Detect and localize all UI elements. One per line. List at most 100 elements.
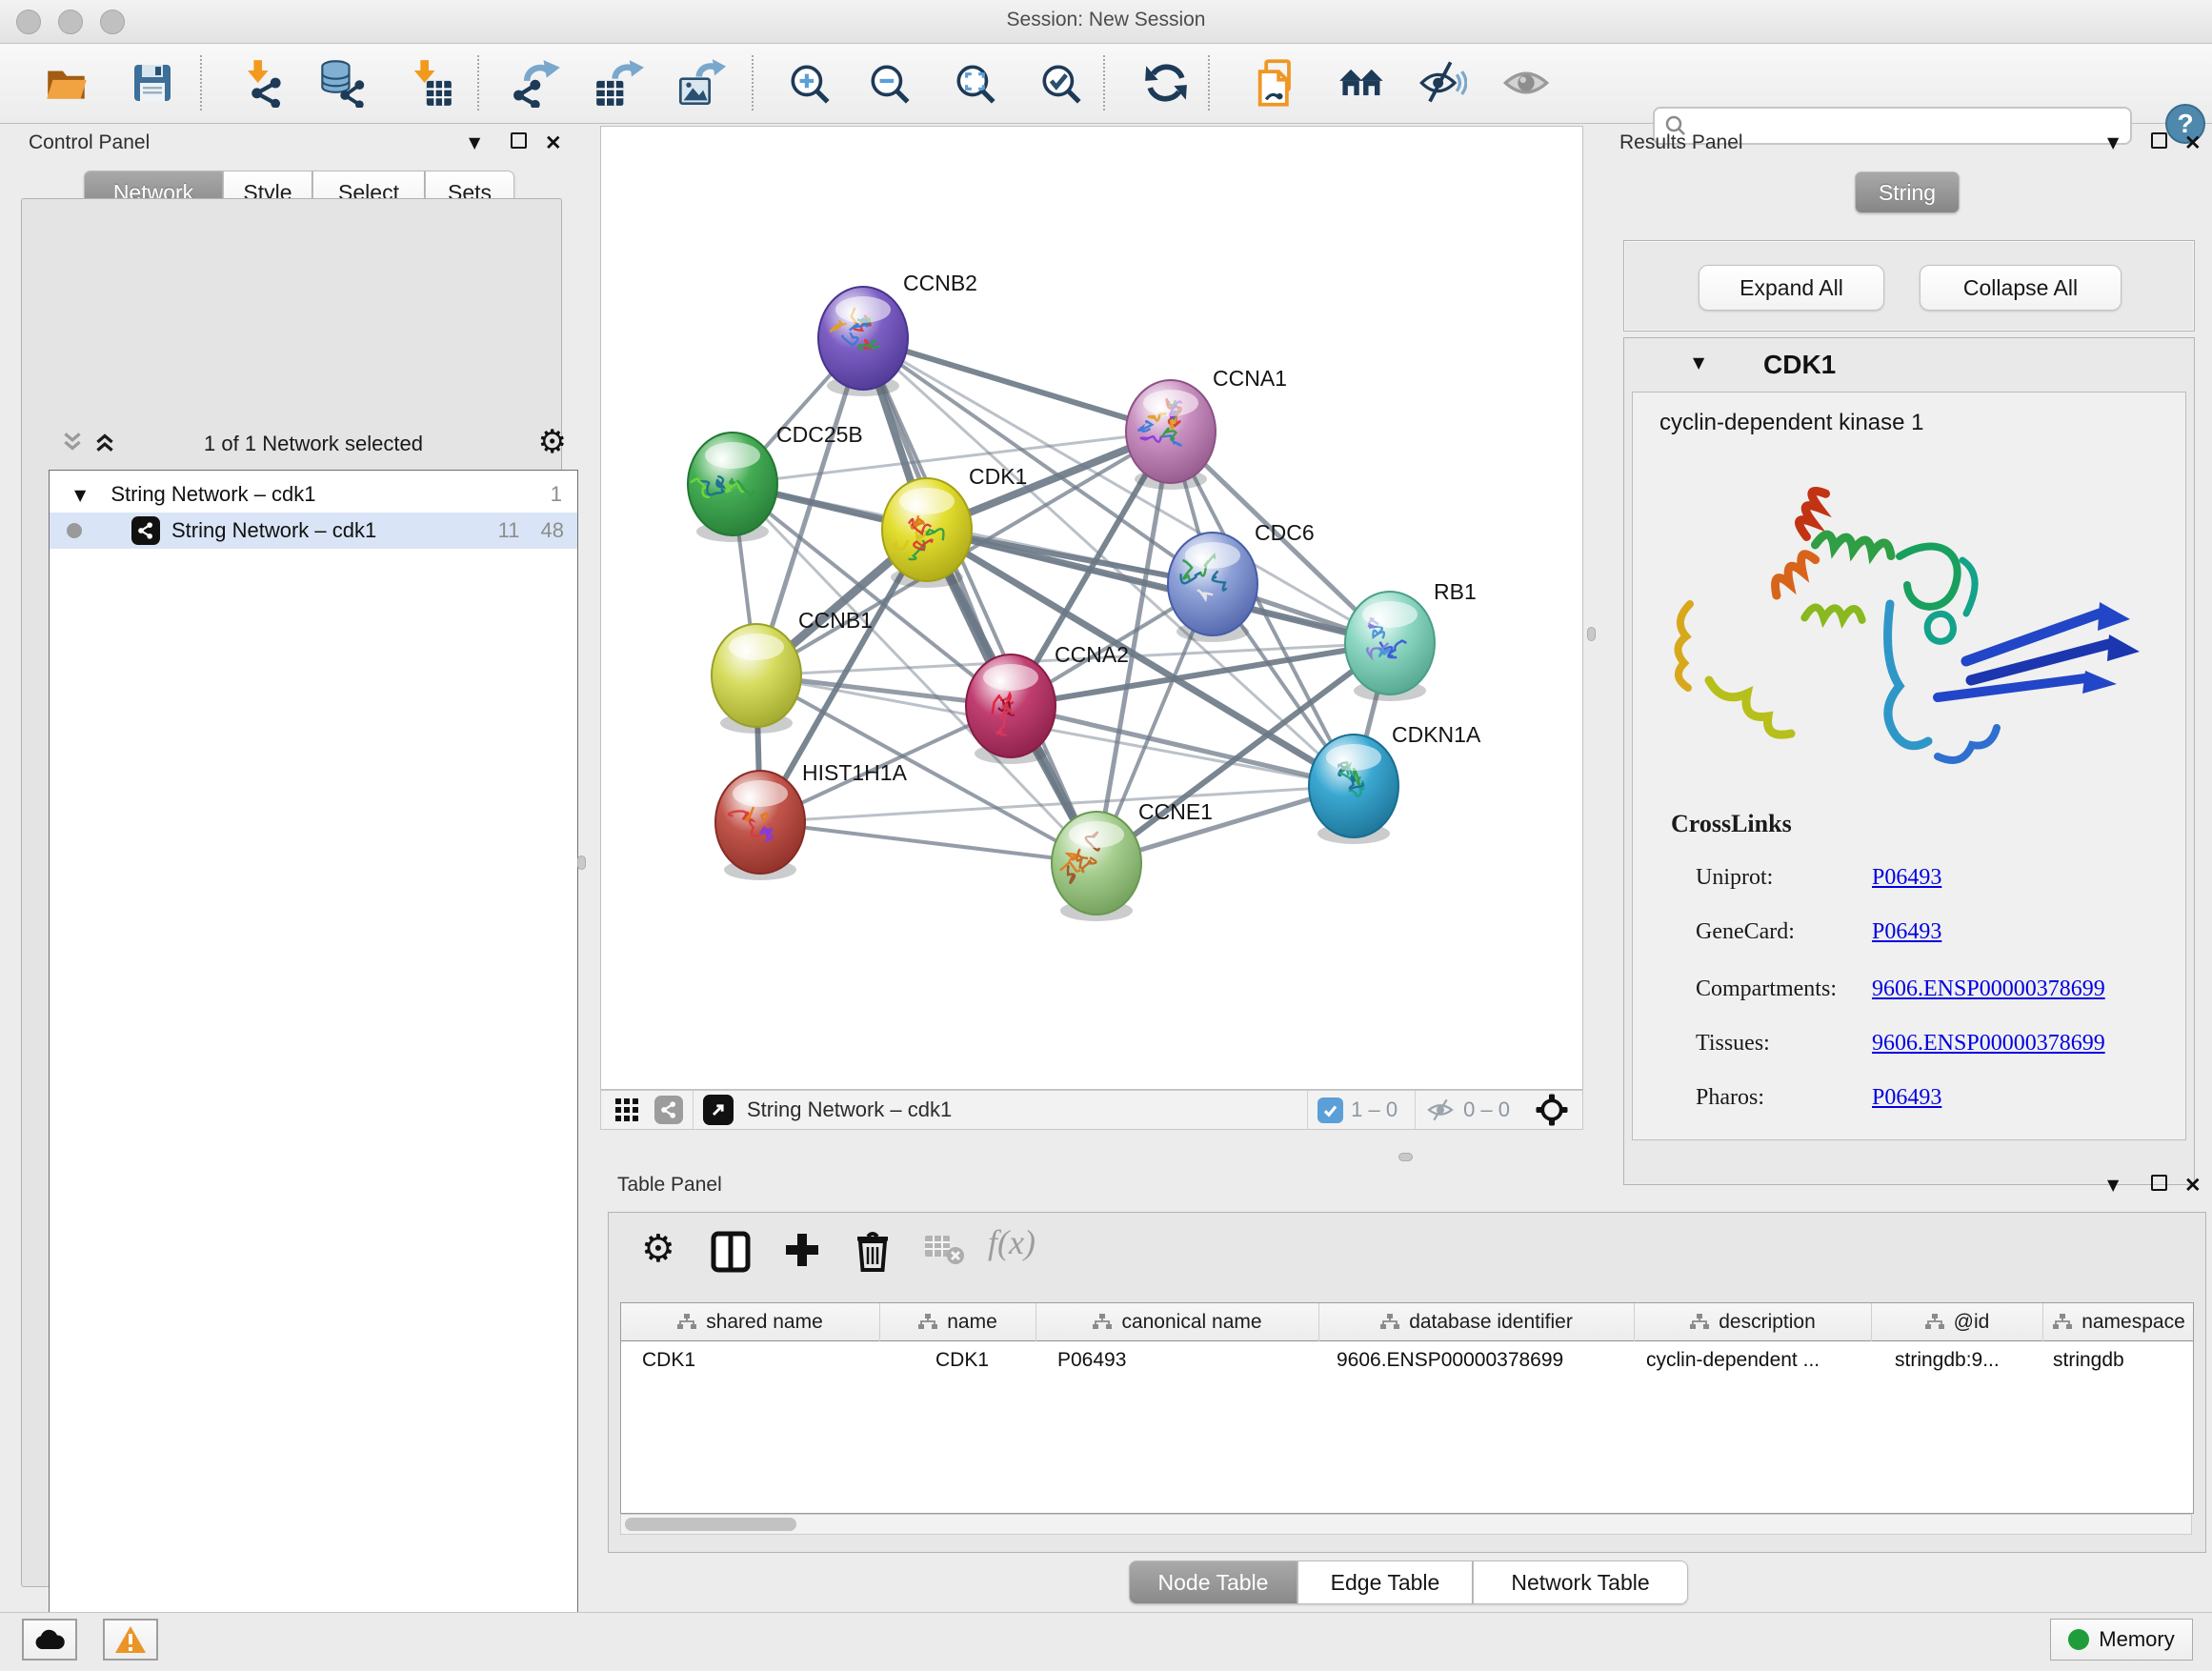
import-network-database-button[interactable]: [316, 56, 370, 110]
string-results-buttons: Expand All Collapse All: [1623, 240, 2195, 332]
collapse-all-button[interactable]: Collapse All: [1920, 265, 2122, 311]
tab-network-table[interactable]: Network Table: [1473, 1560, 1688, 1604]
network-edge[interactable]: [760, 822, 1096, 863]
network-tree: ▼ String Network – cdk1 1 String Network…: [49, 470, 578, 1671]
network-node-cdk1[interactable]: CDK1: [882, 464, 1027, 588]
export-image-button[interactable]: [674, 56, 728, 110]
compartments-link[interactable]: 9606.ENSP00000378699: [1872, 976, 2105, 1002]
expand-all-button[interactable]: Expand All: [1699, 265, 1884, 311]
network-row-selected[interactable]: String Network – cdk1 11 48: [50, 513, 577, 549]
import-table-file-button[interactable]: [402, 56, 455, 110]
results-panel-menu-icon[interactable]: ▼: [2107, 133, 2119, 151]
results-panel-close-icon[interactable]: ✕: [2184, 131, 2202, 155]
network-canvas[interactable]: CCNB2CCNA1CDC25BCDK1CDC6RB1CCNB1CCNA2CDK…: [600, 126, 1583, 1090]
network-node-ccna1[interactable]: CCNA1: [1126, 366, 1287, 490]
tab-string[interactable]: String: [1855, 171, 1960, 213]
section-collapse-icon[interactable]: ▼: [1693, 353, 1704, 372]
warnings-button[interactable]: [103, 1619, 158, 1661]
network-collection-row[interactable]: ▼ String Network – cdk1 1: [50, 476, 577, 513]
save-session-button[interactable]: [126, 56, 179, 110]
right-splitter-handle[interactable]: [1587, 627, 1596, 641]
network-node-ccnb2[interactable]: CCNB2: [818, 271, 977, 396]
network-node-cdkn1a[interactable]: CDKN1A: [1309, 722, 1481, 844]
results-panel-float-icon[interactable]: [2151, 132, 2167, 149]
search-input[interactable]: [1687, 115, 2106, 137]
column-header-canonical-name[interactable]: canonical name: [1036, 1303, 1319, 1341]
pharos-link[interactable]: P06493: [1872, 1085, 1941, 1111]
horizontal-scrollbar[interactable]: [620, 1514, 2192, 1535]
table-panel-menu-icon[interactable]: ▼: [2107, 1176, 2119, 1194]
network-edge[interactable]: [863, 338, 1171, 432]
tree-expand-icon[interactable]: ▼: [74, 486, 86, 504]
network-panel: 1 of 1 Network selected ⚙ ▼ String Netwo…: [21, 198, 562, 1587]
table-panel-float-icon[interactable]: [2151, 1175, 2167, 1191]
memory-button[interactable]: Memory: [2050, 1619, 2193, 1661]
collection-label: String Network – cdk1: [111, 482, 315, 507]
column-header-description[interactable]: description: [1635, 1303, 1872, 1341]
column-header-namespace[interactable]: namespace: [2043, 1303, 2195, 1341]
string-badge-gray-icon[interactable]: [654, 1096, 683, 1124]
zoom-out-button[interactable]: [863, 56, 916, 110]
fit-content-button[interactable]: [949, 56, 1002, 110]
column-header-shared-name[interactable]: shared name: [621, 1303, 880, 1341]
zoom-in-button[interactable]: [783, 56, 836, 110]
network-graph[interactable]: CCNB2CCNA1CDC25BCDK1CDC6RB1CCNB1CCNA2CDK…: [601, 127, 1582, 1089]
network-node-ccne1[interactable]: CCNE1: [1052, 799, 1213, 921]
clone-network-button[interactable]: [1250, 56, 1303, 110]
export-network-button[interactable]: [511, 56, 564, 110]
hidden-eye-icon[interactable]: [1425, 1095, 1456, 1125]
copy-documents-icon: [1252, 58, 1301, 108]
horizontal-splitter-handle[interactable]: [1398, 1153, 1413, 1161]
show-graphics-details-button[interactable]: [1499, 56, 1553, 110]
column-header-name[interactable]: name: [880, 1303, 1036, 1341]
network-node-cdc6[interactable]: CDC6: [1168, 520, 1315, 642]
tab-node-table[interactable]: Node Table: [1129, 1560, 1297, 1604]
column-type-icon: [1380, 1314, 1399, 1331]
network-node-cdc25b[interactable]: CDC25B: [688, 422, 863, 542]
delete-column-icon[interactable]: [853, 1230, 893, 1274]
tissues-link[interactable]: 9606.ENSP00000378699: [1872, 1031, 2105, 1057]
column-header-id[interactable]: @id: [1872, 1303, 2043, 1341]
control-panel-menu-icon[interactable]: ▼: [469, 133, 480, 151]
cloud-button[interactable]: [22, 1619, 77, 1661]
network-node-rb1[interactable]: RB1: [1345, 579, 1477, 701]
show-columns-icon[interactable]: [710, 1230, 752, 1274]
current-network-name: String Network – cdk1: [747, 1097, 952, 1122]
open-file-button[interactable]: [40, 56, 93, 110]
left-splitter-handle[interactable]: [577, 856, 586, 870]
save-floppy-icon: [130, 60, 175, 106]
birds-eye-view-icon[interactable]: [1535, 1093, 1569, 1127]
hide-selected-button[interactable]: [1416, 56, 1469, 110]
table-row[interactable]: CDK1 CDK1 P06493 9606.ENSP00000378699 cy…: [621, 1341, 2193, 1381]
crosslinks-heading: CrossLinks: [1671, 810, 1792, 838]
genecard-link[interactable]: P06493: [1872, 919, 1941, 945]
network-edge[interactable]: [1011, 706, 1354, 786]
separator: [1415, 1091, 1416, 1129]
export-table-button[interactable]: [593, 56, 646, 110]
refresh-button[interactable]: [1139, 56, 1193, 110]
database-network-icon: [318, 58, 368, 108]
network-options-gear-icon[interactable]: ⚙: [538, 426, 567, 458]
uniprot-link[interactable]: P06493: [1872, 865, 1941, 891]
show-all-button[interactable]: [1336, 56, 1389, 110]
column-header-database-identifier[interactable]: database identifier: [1319, 1303, 1635, 1341]
control-panel-close-icon[interactable]: ✕: [545, 131, 562, 155]
column-type-icon: [1690, 1314, 1709, 1331]
cell-canonical-name: P06493: [1036, 1341, 1319, 1381]
gene-details: cyclin-dependent kinase 1: [1632, 392, 2186, 1140]
open-in-window-icon[interactable]: [703, 1095, 734, 1125]
cell-shared-name: CDK1: [621, 1341, 880, 1381]
node-label: CDC25B: [776, 422, 863, 447]
create-column-icon[interactable]: [782, 1230, 822, 1270]
column-type-icon: [1925, 1314, 1944, 1331]
control-panel-float-icon[interactable]: [511, 132, 527, 149]
grid-view-icon[interactable]: [614, 1097, 639, 1122]
selected-nodes-checkbox[interactable]: [1317, 1097, 1343, 1123]
tab-edge-table[interactable]: Edge Table: [1297, 1560, 1473, 1604]
crosslink-row: Compartments: 9606.ENSP00000378699: [1696, 976, 2172, 1002]
scrollbar-thumb[interactable]: [625, 1518, 796, 1531]
table-panel-close-icon[interactable]: ✕: [2184, 1174, 2202, 1198]
zoom-selected-button[interactable]: [1035, 56, 1088, 110]
table-options-gear-icon[interactable]: ⚙: [641, 1230, 675, 1268]
import-network-file-button[interactable]: [234, 56, 288, 110]
